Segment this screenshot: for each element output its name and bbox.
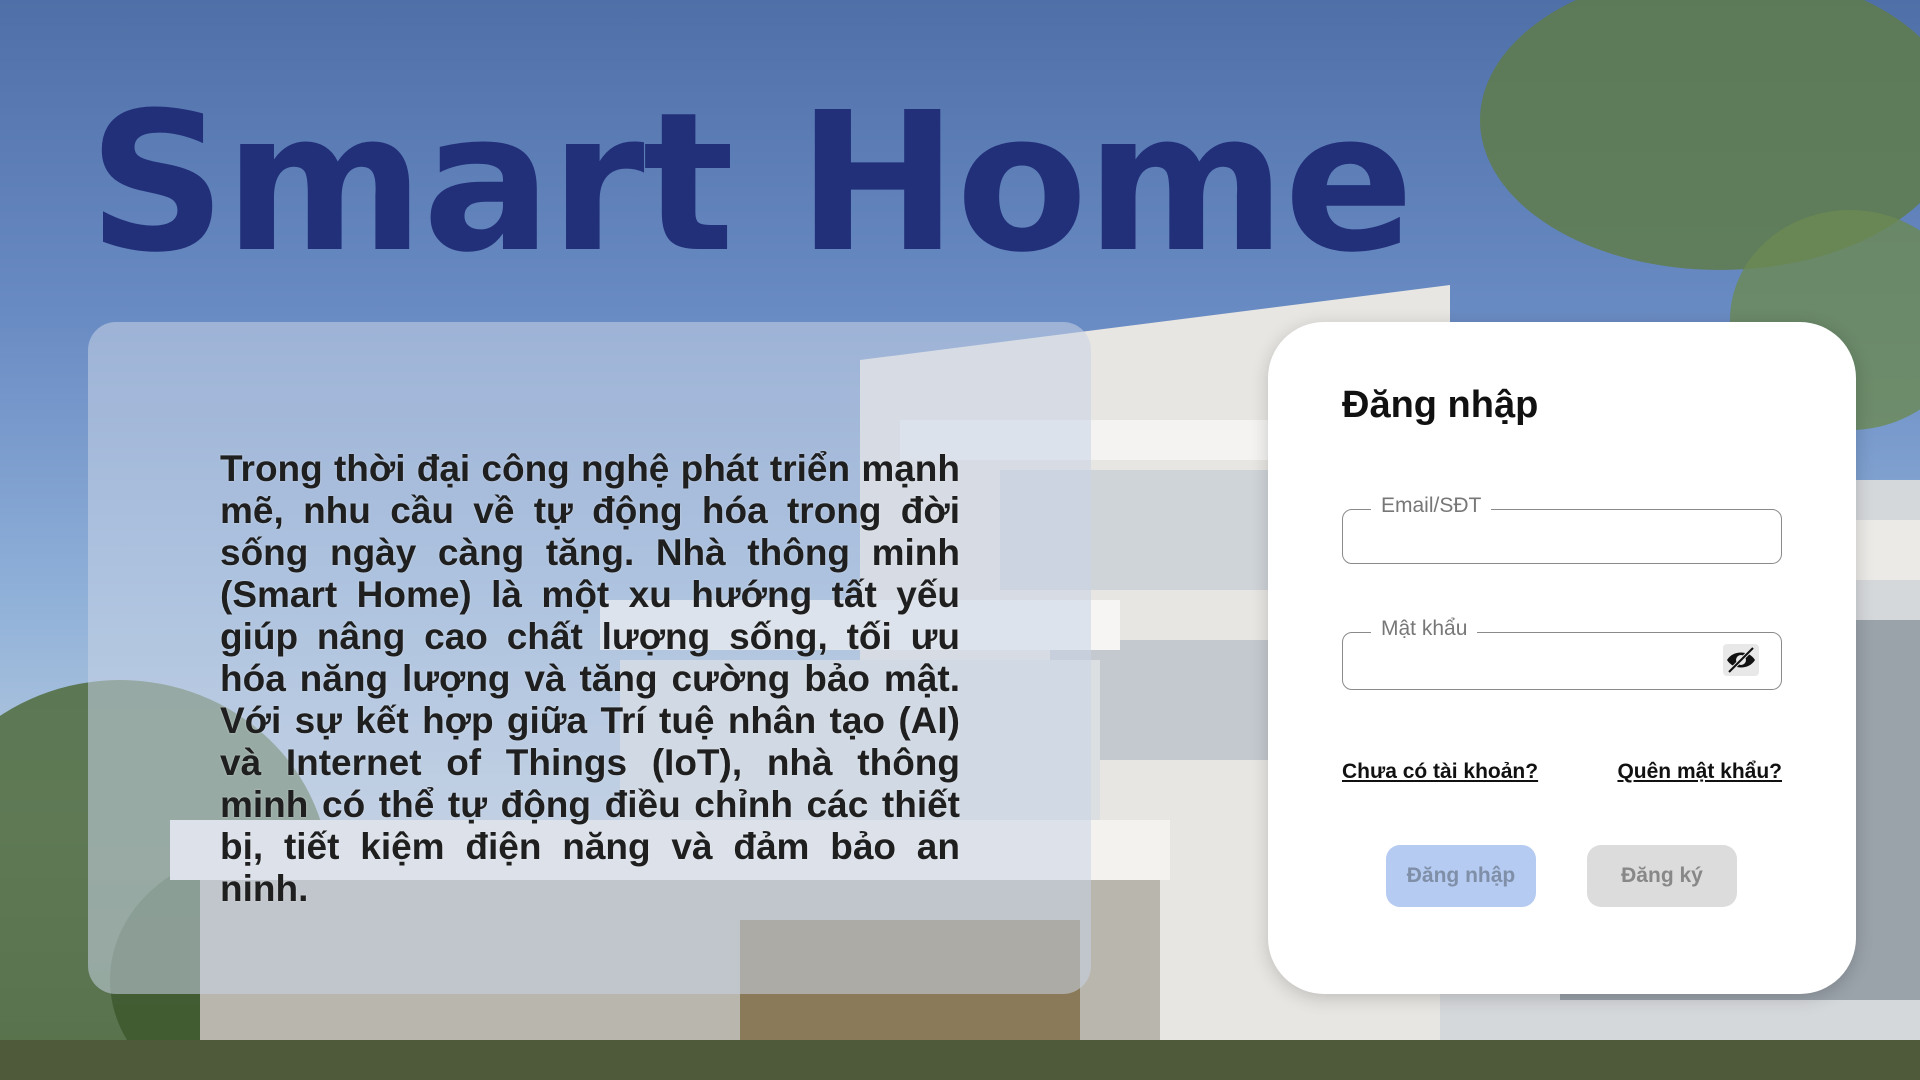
email-field-label: Email/SĐT	[1371, 494, 1492, 518]
register-button[interactable]: Đăng ký	[1587, 845, 1737, 907]
page-title: Smart Home	[88, 72, 1414, 295]
password-input[interactable]	[1343, 633, 1745, 689]
no-account-link[interactable]: Chưa có tài khoản?	[1342, 760, 1538, 784]
login-button[interactable]: Đăng nhập	[1386, 845, 1536, 907]
intro-paragraph: Trong thời đại công nghệ phát triển mạnh…	[220, 448, 960, 909]
password-field-label: Mật khẩu	[1371, 617, 1478, 641]
password-field[interactable]: Mật khẩu	[1342, 617, 1782, 690]
forgot-password-link[interactable]: Quên mật khẩu?	[1617, 760, 1782, 784]
eye-slash-icon[interactable]	[1723, 644, 1759, 676]
login-card: Đăng nhập Email/SĐT Mật khẩu Chưa có tài…	[1268, 322, 1856, 994]
email-field[interactable]: Email/SĐT	[1342, 494, 1782, 564]
login-heading: Đăng nhập	[1342, 384, 1539, 426]
